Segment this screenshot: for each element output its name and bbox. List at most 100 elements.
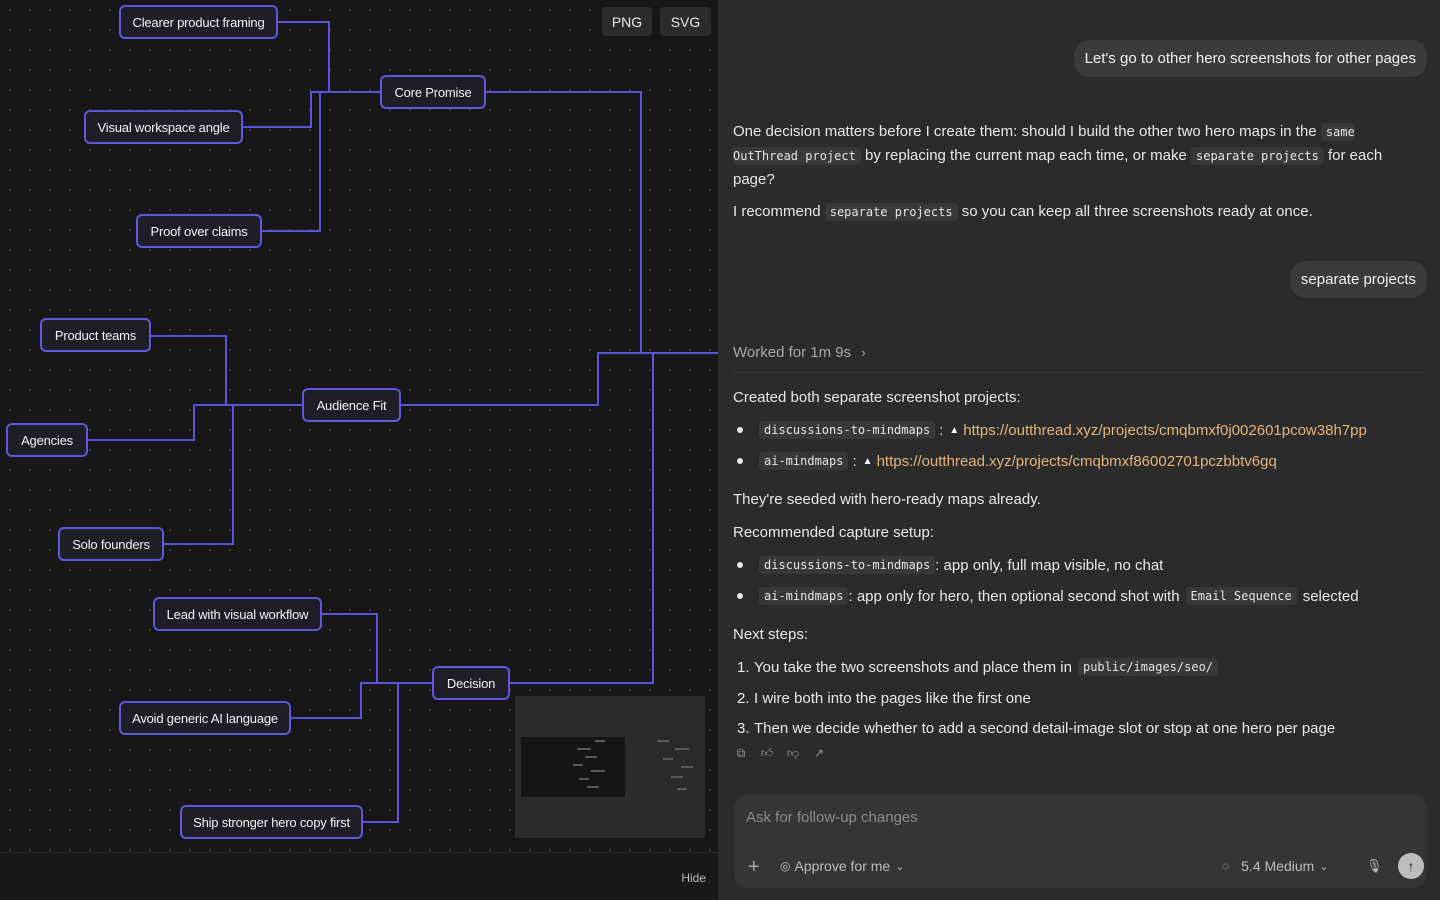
export-svg-button[interactable]: SVG [660,7,711,36]
inline-code: ai-mindmaps [759,452,849,470]
bullet-icon [737,458,743,464]
edge-clearer-core [277,21,380,93]
minimap-node [587,786,599,788]
add-attachment-button[interactable]: + [748,856,760,879]
minimap-node [675,748,689,750]
minimap-node [595,740,605,742]
inline-code: discussions-to-mindmaps [759,556,936,574]
minimap-node [671,776,683,778]
outthread-logo-icon: ▲ [862,455,873,467]
minimap-node [657,740,669,742]
assistant-paragraph: Recommended capture setup: [733,524,934,541]
message-actions: ⧉ 👍︎ 👎︎ ↗ [733,745,827,761]
node-solo-founders[interactable]: Solo founders [58,527,164,561]
edge-decision-root [509,352,718,684]
assistant-paragraph: Created both separate screenshot project… [733,389,1021,406]
minimap-node [591,770,605,772]
list-item: discussions-to-mindmaps : app only, full… [733,553,1163,577]
edge-product-audience [150,335,302,406]
minimap-node [663,758,673,760]
project-link[interactable]: https://outthread.xyz/projects/cmqbmxf0j… [963,422,1367,439]
edge-agencies-audience [87,404,302,441]
model-label: 5.4 Medium [1241,858,1315,874]
minimap-node [579,778,589,780]
text: Then we decide whether to add a second d… [754,719,1336,737]
list-item: 1. You take the two screenshots and plac… [733,655,1219,679]
bullet-icon [737,593,743,599]
chevron-down-icon: ⌄ [895,860,905,873]
list-item: ai-mindmaps : app only for hero, then op… [733,584,1359,608]
text: so you can keep all three screenshots re… [961,203,1313,220]
minimap-node [577,748,591,750]
inline-code: public/images/seo/ [1077,658,1219,676]
text: : app only for hero, then optional secon… [848,587,1180,605]
node-visual-workspace-angle[interactable]: Visual workspace angle [84,110,243,144]
mindmap-canvas[interactable]: Clearer product framing Core Promise Vis… [0,0,718,852]
list-item: ai-mindmaps : ▲ https://outthread.xyz/pr… [733,449,1277,473]
send-button[interactable]: ↑ [1398,853,1424,879]
user-message: Let's go to other hero screenshots for o… [1073,40,1427,77]
list-item: 3. Then we decide whether to add a secon… [733,716,1335,740]
microphone-icon[interactable]: 🎙︎ [1366,858,1383,874]
node-clearer-product-framing[interactable]: Clearer product framing [119,5,278,39]
text: : [852,452,857,470]
text: : app only, full map visible, no chat [935,556,1164,574]
node-product-teams[interactable]: Product teams [40,318,151,352]
edge-avoid-decision [290,682,432,719]
edge-visual-core [242,91,380,128]
worked-label: Worked for 1m 9s [733,344,852,361]
edge-audience-root [400,352,718,406]
minimap-node [585,756,597,758]
user-message: separate projects [1289,261,1427,298]
thumbs-up-icon[interactable]: 👍︎ [759,745,775,761]
node-audience-fit[interactable]: Audience Fit [302,388,401,422]
approve-dropdown[interactable]: ◎ Approve for me ⌄ [780,858,904,874]
composer: + ◎ Approve for me ⌄ ◌ 5.4 Medium ⌄ 🎙︎ ↑ [734,794,1427,888]
list-number: 1. [737,658,750,676]
minimap[interactable] [515,696,705,838]
inline-code: Email Sequence [1185,587,1297,605]
chat-panel: Let's go to other hero screenshots for o… [718,0,1440,900]
inline-code: discussions-to-mindmaps [759,421,936,439]
project-link[interactable]: https://outthread.xyz/projects/cmqbmxf86… [877,453,1277,470]
edge-proof-core [261,91,380,232]
shield-icon: ◎ [780,859,791,873]
model-selector[interactable]: ◌ 5.4 Medium ⌄ [1222,858,1329,874]
node-core-promise[interactable]: Core Promise [380,75,486,109]
inline-code: ai-mindmaps [759,587,849,605]
approve-label: Approve for me [794,858,891,874]
canvas-bottom-bar: Hide [0,852,718,900]
share-icon[interactable]: ↗ [811,745,827,761]
text: One decision matters before I create the… [733,123,1317,140]
inline-code: separate projects [1191,147,1324,165]
list-item: 2. I wire both into the pages like the f… [733,686,1031,710]
text: : [939,421,944,439]
inline-code: separate projects [824,203,958,221]
export-png-button[interactable]: PNG [602,7,652,36]
edge-lead-decision [321,613,432,684]
assistant-paragraph: They're seeded with hero-ready maps alre… [733,491,1041,508]
minimap-viewport[interactable] [521,737,625,797]
loading-icon: ◌ [1222,859,1230,873]
edge-solo-audience [163,404,302,545]
hide-button[interactable]: Hide [681,871,706,885]
outthread-logo-icon: ▲ [949,424,960,436]
minimap-node [677,788,687,790]
thumbs-down-icon[interactable]: 👎︎ [785,745,801,761]
list-number: 2. [737,689,750,707]
node-ship-stronger-copy[interactable]: Ship stronger hero copy first [180,805,363,839]
list-item: discussions-to-mindmaps : ▲ https://outt… [733,418,1367,442]
copy-icon[interactable]: ⧉ [733,745,749,761]
assistant-paragraph: I recommend separate projects so you can… [733,200,1423,224]
bullet-icon [737,427,743,433]
node-agencies[interactable]: Agencies [6,423,88,457]
list-number: 3. [737,719,750,737]
node-decision[interactable]: Decision [432,666,510,700]
worked-duration-toggle[interactable]: Worked for 1m 9s › [733,344,866,361]
node-lead-visual-workflow[interactable]: Lead with visual workflow [153,597,322,631]
assistant-paragraph: One decision matters before I create the… [733,120,1423,192]
chevron-down-icon: ⌄ [1319,860,1329,873]
follow-up-input[interactable] [746,806,1346,828]
node-avoid-generic-ai[interactable]: Avoid generic AI language [119,701,291,735]
node-proof-over-claims[interactable]: Proof over claims [136,214,262,248]
